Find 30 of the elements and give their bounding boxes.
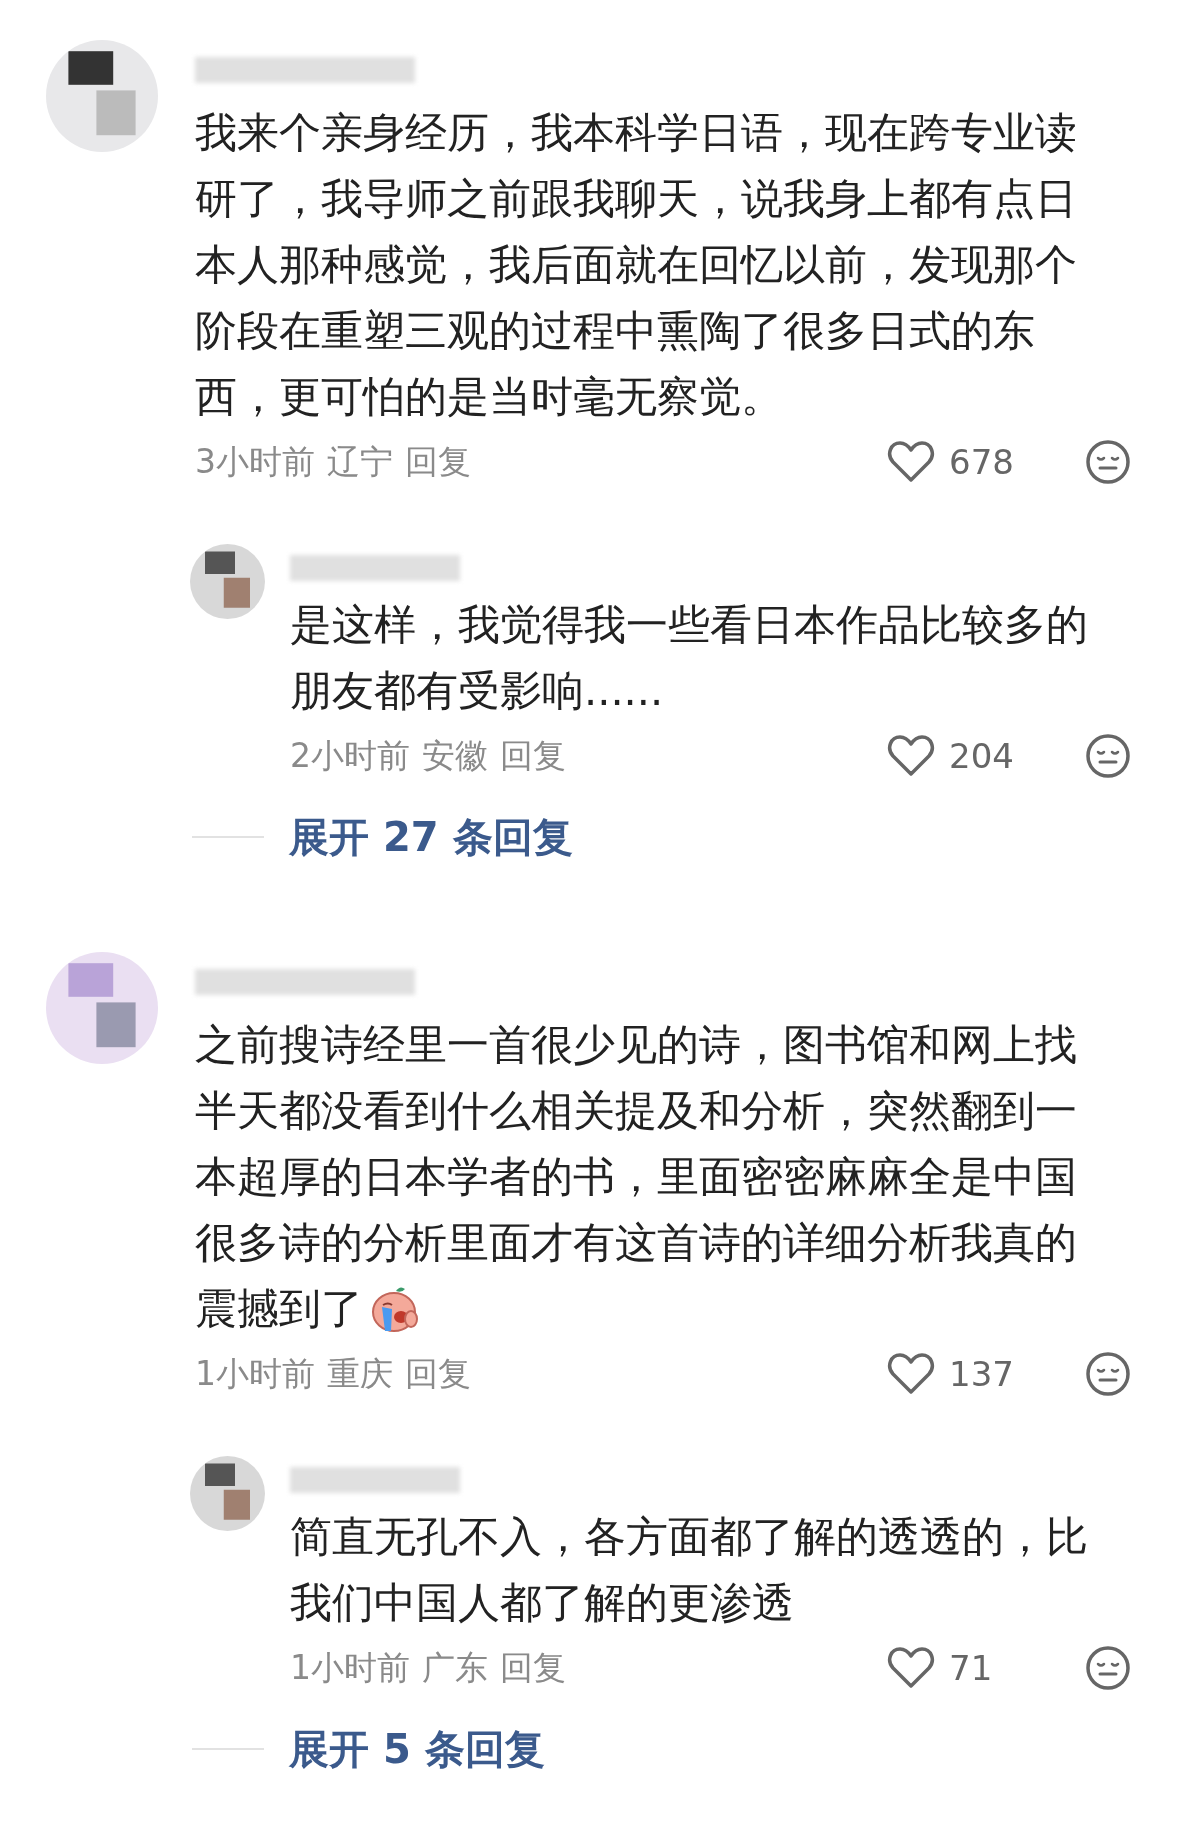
- timestamp: 1小时前: [290, 1646, 410, 1689]
- location: 安徽: [422, 734, 488, 777]
- comment-text: 是这样，我觉得我一些看日本作品比较多的朋友都有受影响......: [290, 599, 1089, 717]
- like-count: 137: [949, 1354, 1014, 1394]
- reply-link[interactable]: 回复: [500, 1645, 566, 1691]
- expressionless-face-icon[interactable]: [1085, 733, 1131, 779]
- reply-link[interactable]: 回复: [405, 1351, 471, 1397]
- expressionless-face-icon[interactable]: [1085, 1645, 1131, 1691]
- location: 重庆: [327, 1352, 393, 1395]
- like-count: 678: [949, 442, 1014, 482]
- comment-text: 简直无孔不入，各方面都了解的透透的，比我们中国人都了解的更渗透: [290, 1511, 1089, 1629]
- location: 广东: [422, 1646, 488, 1689]
- reply-link[interactable]: 回复: [500, 733, 566, 779]
- comment-text: 我来个亲身经历，我本科学日语，现在跨专业读研了，我导师之前跟我聊天，说我身上都有点日本人那种感觉，我后面就在回忆以前，发现那个阶段在重塑三观的过程中熏陶了很多日式的东西，更可怕的是当时毫无察觉。: [195, 107, 1078, 423]
- expand-replies-link[interactable]: 展开 5 条回复: [289, 1721, 545, 1777]
- like-count: 204: [949, 736, 1014, 776]
- heart-icon[interactable]: [887, 1646, 935, 1690]
- expand-replies-link[interactable]: 展开 27 条回复: [289, 809, 573, 865]
- timestamp: 3小时前: [195, 440, 315, 483]
- comment-text: 之前搜诗经里一首很少见的诗，图书馆和网上找半天都没看到什么相关提及和分析，突然翻到一本超厚的日本学者的书，里面密密麻麻全是中国很多诗的分析里面才有这首诗的详细分析我真的震撼到了: [195, 1019, 1078, 1335]
- timestamp: 2小时前: [290, 734, 410, 777]
- like-count: 71: [949, 1648, 993, 1688]
- timestamp: 1小时前: [195, 1352, 315, 1395]
- reply-link[interactable]: 回复: [405, 439, 471, 485]
- heart-icon[interactable]: [887, 1352, 935, 1396]
- heart-icon[interactable]: [887, 440, 935, 484]
- heart-icon[interactable]: [887, 734, 935, 778]
- location: 辽宁: [327, 440, 393, 483]
- expressionless-face-icon[interactable]: [1085, 1351, 1131, 1397]
- expressionless-face-icon[interactable]: [1085, 439, 1131, 485]
